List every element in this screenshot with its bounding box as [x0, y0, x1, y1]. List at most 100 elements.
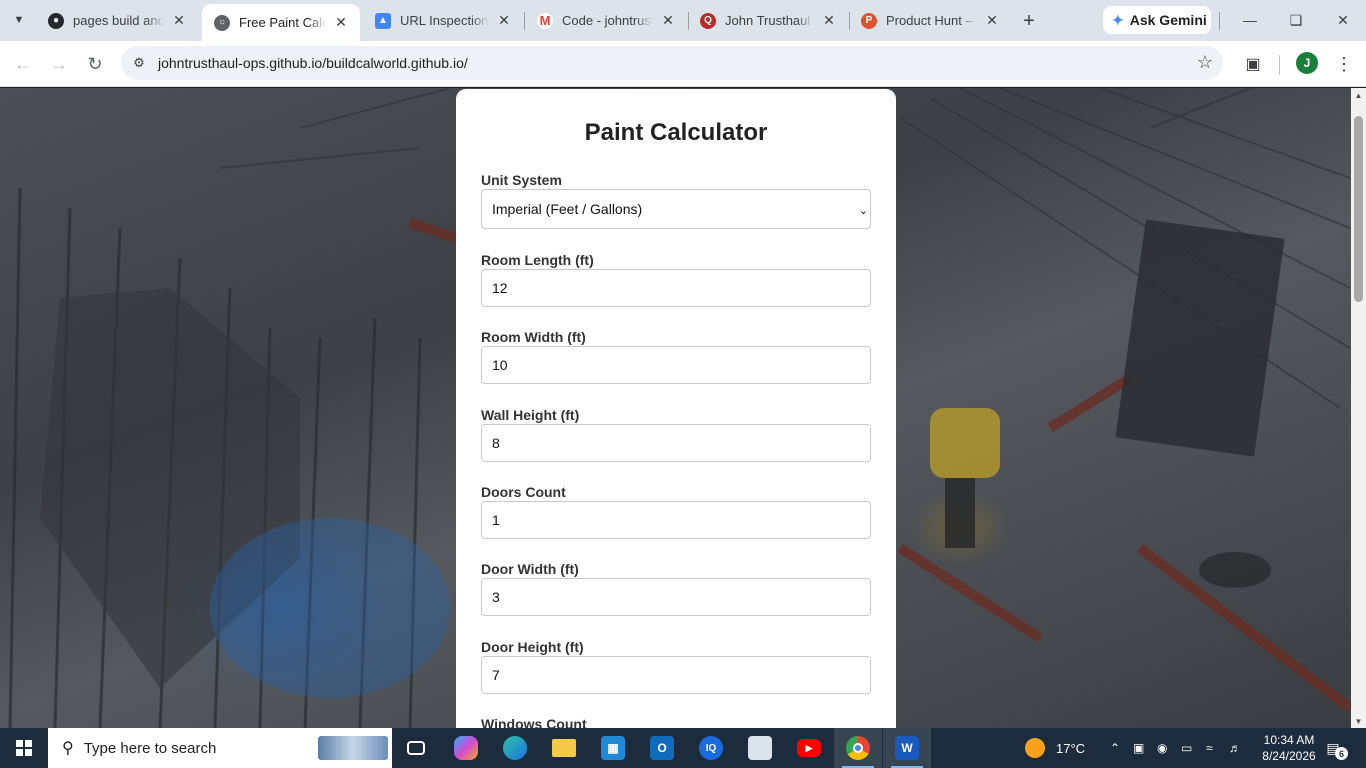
profile-avatar[interactable]: J [1296, 52, 1318, 74]
tab-url-inspection[interactable]: ▲ URL Inspection ✕ [363, 6, 523, 35]
taskbar-search-box[interactable]: ⚲ Type here to search [48, 728, 392, 768]
task-view-button[interactable] [392, 728, 440, 768]
battery-indicator[interactable]: ▭ [1181, 728, 1192, 768]
word-icon: W [895, 736, 919, 760]
close-tab-icon[interactable]: ✕ [170, 12, 188, 30]
puzzle-icon: ▣ [1245, 56, 1261, 73]
close-window-button[interactable]: ✕ [1320, 6, 1366, 34]
taskbar-clock[interactable]: 10:34 AM 8/24/2026 [1254, 732, 1324, 764]
minimize-button[interactable]: — [1227, 6, 1273, 34]
taskbar-word[interactable]: W [883, 728, 931, 768]
scroll-down-arrow-icon[interactable]: ▼ [1351, 714, 1366, 728]
wall-height-label: Wall Height (ft) [481, 407, 580, 423]
room-width-input[interactable]: 10 [481, 346, 871, 384]
door-height-input[interactable]: 7 [481, 656, 871, 694]
url-text[interactable]: johntrusthaul-ops.github.io/buildcalworl… [158, 55, 468, 71]
tab-gmail-code[interactable]: M Code - johntrustl ✕ [525, 6, 687, 35]
tab-product-hunt[interactable]: P Product Hunt – T ✕ [849, 6, 1011, 35]
address-bar[interactable]: ⚙ johntrusthaul-ops.github.io/buildcalwo… [121, 46, 1223, 80]
taskbar-edge[interactable] [491, 728, 539, 768]
github-icon: ● [48, 12, 64, 29]
wifi-icon: ≈ [1206, 741, 1213, 755]
doors-count-field: Doors Count 1 [481, 484, 871, 539]
extensions-button[interactable]: ▣ [1240, 51, 1266, 77]
taskbar-store[interactable]: ▦ [589, 728, 637, 768]
page-viewport: Paint Calculator Unit System Imperial (F… [0, 88, 1366, 728]
ask-gemini-label: Ask Gemini [1129, 12, 1207, 28]
unit-system-field: Unit System Imperial (Feet / Gallons) ⌄ [481, 172, 871, 229]
product-hunt-icon: P [861, 12, 877, 29]
reload-icon: ↻ [87, 53, 103, 74]
sun-icon [1025, 738, 1045, 758]
new-tab-button[interactable]: + [1016, 8, 1042, 34]
restore-button[interactable]: ❏ [1273, 6, 1319, 34]
wall-height-input[interactable]: 8 [481, 424, 871, 462]
ask-gemini-button[interactable]: ✦ Ask Gemini [1103, 6, 1211, 34]
room-length-input[interactable]: 12 [481, 269, 871, 307]
notification-count-badge: 6 [1335, 747, 1348, 760]
wall-height-field: Wall Height (ft) 8 [481, 407, 871, 462]
room-length-field: Room Length (ft) 12 [481, 252, 871, 307]
tab-title: Free Paint Calcula [239, 15, 326, 30]
taskbar-search-placeholder: Type here to search [83, 739, 217, 757]
minimize-icon: — [1243, 12, 1257, 28]
door-height-field: Door Height (ft) 7 [481, 639, 871, 694]
taskbar-iq[interactable]: IQ [687, 728, 735, 768]
battery-icon: ▭ [1181, 741, 1193, 755]
record-icon: ◉ [1157, 741, 1168, 755]
unit-system-select[interactable]: Imperial (Feet / Gallons) [481, 189, 871, 229]
notification-center-button[interactable]: ▤ 6 [1322, 738, 1348, 760]
folder-icon [552, 739, 576, 757]
meet-now-button[interactable]: ▣ [1133, 728, 1144, 768]
site-info-icon[interactable]: ⚙ [130, 54, 148, 72]
scroll-up-arrow-icon[interactable]: ▲ [1351, 88, 1366, 102]
windows-taskbar: ⚲ Type here to search ▦ O IQ ▶ W 17°C ⌃ [0, 728, 1366, 768]
taskbar-chrome[interactable] [834, 728, 882, 768]
page-scrollbar[interactable]: ▲ ▼ [1351, 88, 1366, 728]
taskbar-file-explorer[interactable] [540, 728, 588, 768]
close-tab-icon[interactable]: ✕ [332, 14, 350, 32]
back-button[interactable]: ← [8, 49, 38, 79]
gmail-icon: M [537, 12, 553, 29]
tab-quora[interactable]: Q John Trusthaul Tr ✕ [688, 6, 848, 35]
taskbar-notepad[interactable] [736, 728, 784, 768]
close-tab-icon[interactable]: ✕ [983, 12, 1001, 30]
globe-icon: ○ [214, 14, 230, 31]
recording-indicator[interactable]: ◉ [1157, 728, 1167, 768]
browser-menu-button[interactable]: ⋮ [1334, 51, 1354, 77]
clock-date: 8/24/2026 [1262, 749, 1316, 763]
tab-search-button[interactable]: ▼ [6, 7, 32, 33]
tray-overflow-button[interactable]: ⌃ [1110, 728, 1120, 768]
close-tab-icon[interactable]: ✕ [820, 12, 838, 30]
search-console-icon: ▲ [375, 12, 391, 29]
tab-pages-build[interactable]: ● pages build and d ✕ [36, 6, 198, 35]
door-width-input[interactable]: 3 [481, 578, 871, 616]
doors-count-input[interactable]: 1 [481, 501, 871, 539]
copilot-icon [454, 736, 478, 760]
chevron-down-icon: ▼ [13, 14, 25, 26]
outlook-icon: O [650, 736, 674, 760]
forward-button[interactable]: → [44, 49, 74, 79]
taskbar-copilot[interactable] [442, 728, 490, 768]
door-width-field: Door Width (ft) 3 [481, 561, 871, 616]
weather-widget[interactable]: 17°C [1025, 728, 1085, 768]
tab-strip: ▼ ● pages build and d ✕ ○ Free Paint Cal… [0, 0, 1366, 41]
bookmark-star-icon[interactable]: ☆ [1197, 52, 1213, 73]
tab-paint-calculator[interactable]: ○ Free Paint Calcula ✕ [202, 4, 360, 41]
room-width-label: Room Width (ft) [481, 329, 586, 345]
taskbar-outlook[interactable]: O [638, 728, 686, 768]
volume-indicator[interactable]: ♬ [1229, 728, 1241, 768]
room-width-field: Room Width (ft) 10 [481, 329, 871, 384]
tab-title: John Trusthaul Tr [725, 13, 814, 28]
taskbar-youtube[interactable]: ▶ [785, 728, 833, 768]
arrow-right-icon: → [50, 53, 68, 74]
scrollbar-thumb[interactable] [1354, 116, 1363, 302]
start-button[interactable] [0, 728, 48, 768]
close-tab-icon[interactable]: ✕ [495, 12, 513, 30]
reload-button[interactable]: ↻ [80, 49, 110, 79]
tab-title: Product Hunt – T [886, 13, 977, 28]
close-tab-icon[interactable]: ✕ [659, 12, 677, 30]
network-indicator[interactable]: ≈ [1206, 728, 1213, 768]
weather-temperature: 17°C [1056, 740, 1086, 756]
tab-title: Code - johntrustl [562, 13, 653, 28]
